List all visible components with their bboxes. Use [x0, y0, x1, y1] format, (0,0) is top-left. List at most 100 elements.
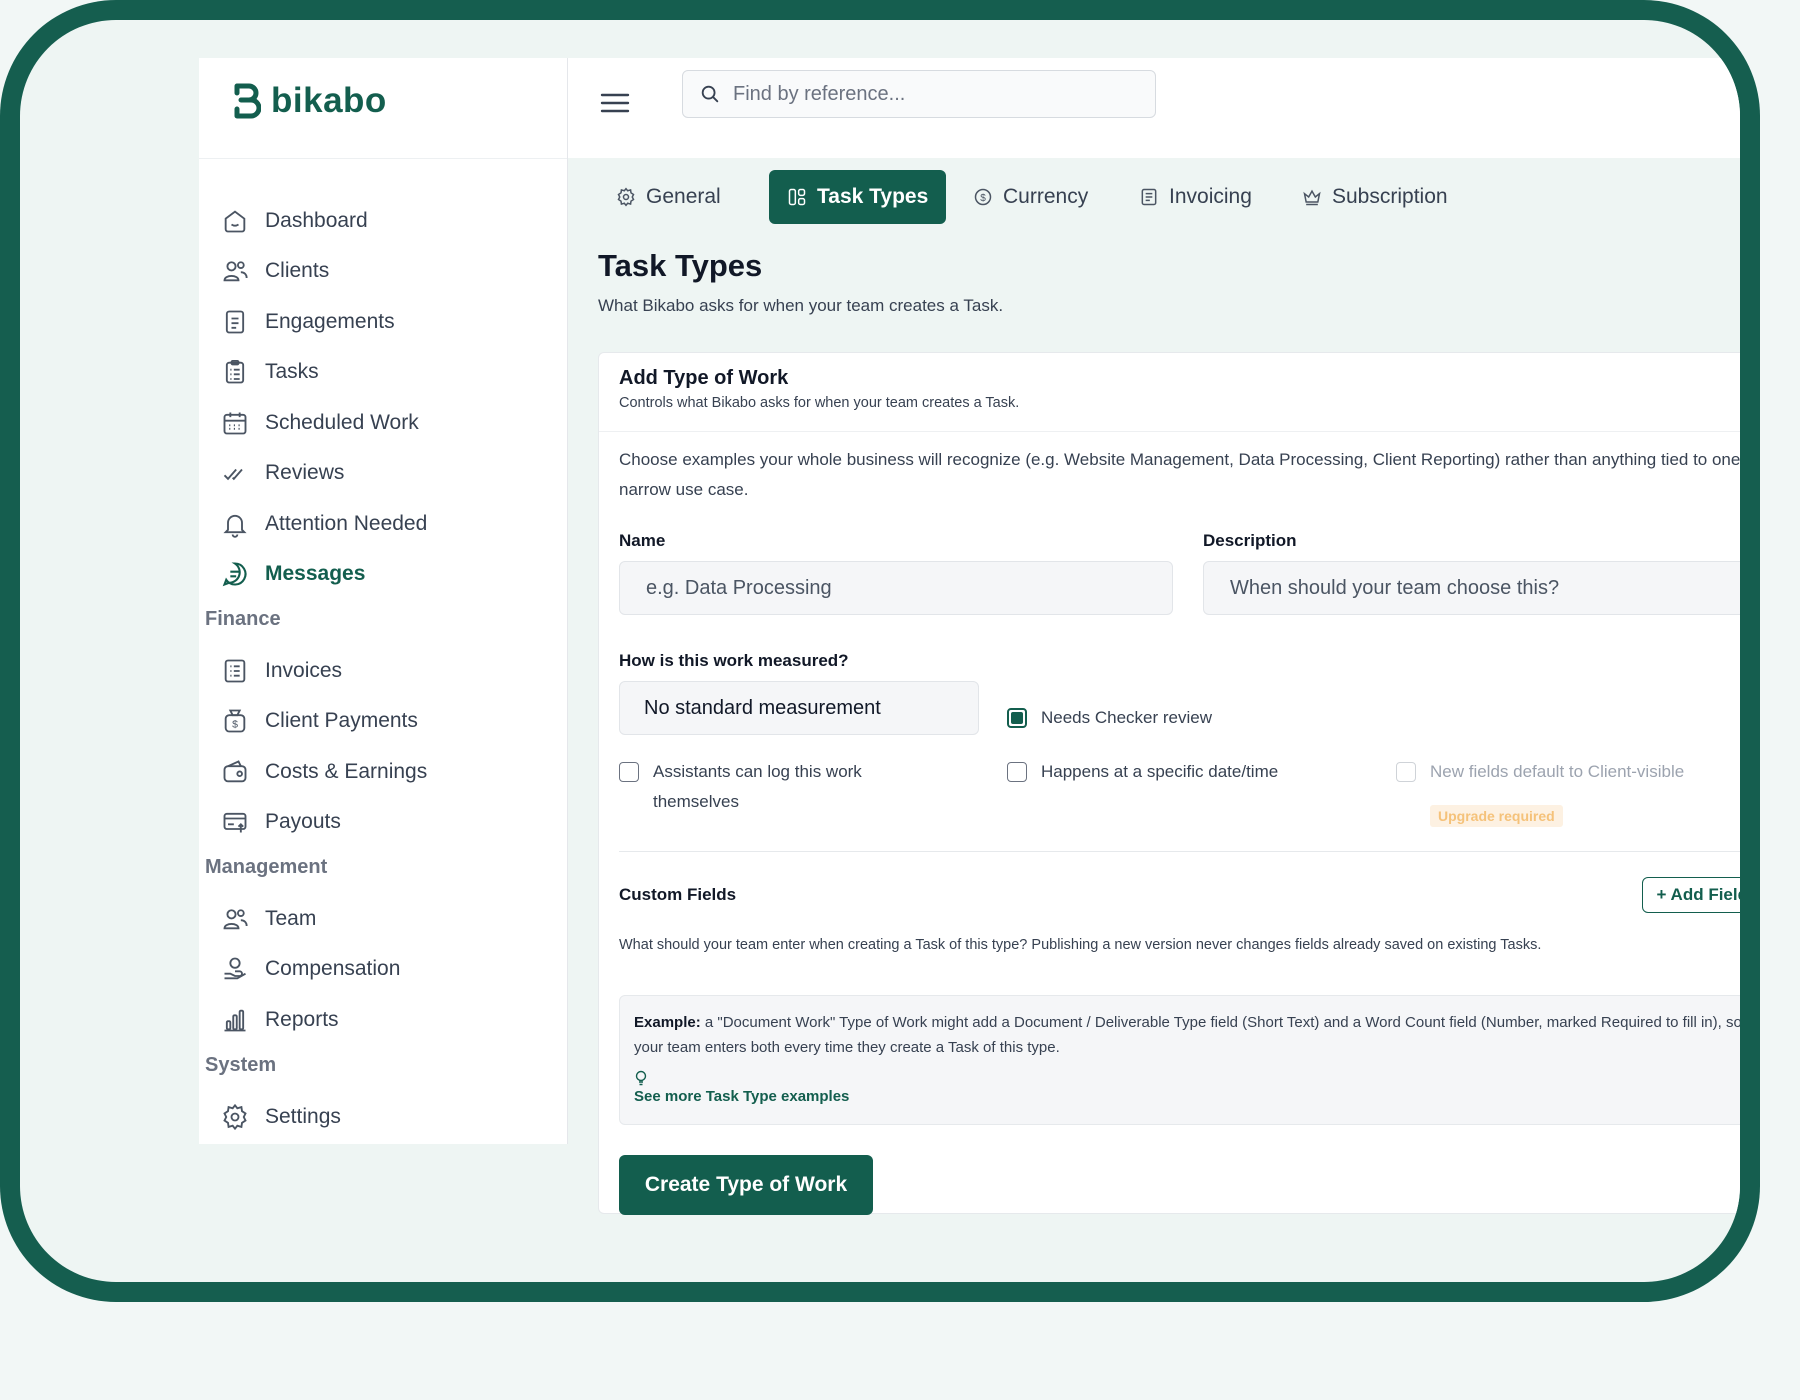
see-more-examples-link[interactable]: See more Task Type examples: [634, 1088, 849, 1105]
measure-select-value: No standard measurement: [644, 696, 881, 719]
top-bar: [568, 58, 1740, 158]
clipboard-list-icon: [225, 359, 245, 384]
measure-label: How is this work measured?: [619, 651, 849, 670]
tab-label: Subscription: [1332, 185, 1448, 208]
needs-checker-checkbox[interactable]: [1007, 708, 1027, 728]
calendar-icon: [223, 412, 247, 435]
wallet-icon: [223, 760, 247, 783]
example-text: Example: a "Document Work" Type of Work …: [634, 1010, 1740, 1060]
section-label-system: System: [205, 1054, 277, 1076]
invoice-icon: [1141, 188, 1157, 206]
money-bag-icon: $: [224, 709, 246, 733]
measure-select[interactable]: No standard measurement: [619, 681, 979, 735]
chat-icon: [222, 562, 247, 587]
sidebar-item-label: Scheduled Work: [265, 411, 419, 434]
sidebar-item-team[interactable]: Team: [219, 896, 551, 942]
document-icon: [225, 310, 245, 334]
tab-label: Invoicing: [1169, 185, 1252, 208]
search-input[interactable]: [731, 81, 1135, 107]
tab-currency[interactable]: $ Currency: [955, 170, 1106, 224]
assistants-log-option[interactable]: Assistants can log this work themselves: [619, 757, 909, 817]
sidebar-item-label: Costs & Earnings: [265, 760, 428, 783]
intro-text: Choose examples your whole business will…: [619, 450, 1740, 499]
page-title: Task Types: [598, 248, 763, 283]
sidebar-item-label: Attention Needed: [265, 512, 428, 535]
crown-icon: [1303, 189, 1321, 206]
tab-label: Task Types: [817, 185, 929, 208]
sidebar-item-messages[interactable]: Messages: [219, 551, 551, 597]
sidebar-item-label: Compensation: [265, 957, 401, 980]
hamburger-menu-icon[interactable]: [598, 86, 632, 120]
description-field-wrapper: [1203, 561, 1740, 615]
sidebar-item-client-payments[interactable]: $ Client Payments: [219, 698, 551, 744]
svg-text:$: $: [232, 718, 238, 730]
example-label: Example:: [634, 1014, 701, 1031]
specific-datetime-option[interactable]: Happens at a specific date/time: [1007, 757, 1278, 787]
client-visible-label: New fields default to Client-visible: [1430, 762, 1685, 781]
bar-chart-icon: [224, 1009, 246, 1032]
gear-icon: [617, 187, 635, 207]
section-label-management: Management: [205, 856, 328, 878]
sidebar-item-scheduled-work[interactable]: Scheduled Work: [219, 400, 551, 446]
page-subtitle: What Bikabo asks for when your team crea…: [598, 296, 1004, 315]
invoice-icon: [224, 659, 246, 683]
sidebar-item-label: Reviews: [265, 461, 345, 484]
sidebar-item-label: Team: [265, 907, 317, 930]
specific-datetime-checkbox[interactable]: [1007, 762, 1027, 782]
sidebar-item-label: Messages: [265, 562, 366, 585]
double-check-icon: [223, 468, 243, 481]
sidebar-item-clients[interactable]: Clients: [219, 248, 551, 294]
users-icon: [223, 909, 248, 930]
name-input[interactable]: [644, 575, 1124, 601]
assistants-log-label: Assistants can log this work themselves: [653, 762, 862, 811]
sidebar-item-payouts[interactable]: Payouts: [219, 799, 551, 845]
sidebar-item-costs-earnings[interactable]: Costs & Earnings: [219, 749, 551, 795]
client-visible-checkbox: [1396, 762, 1416, 782]
lightbulb-icon: [635, 1070, 647, 1086]
sidebar-item-engagements[interactable]: Engagements: [219, 299, 551, 345]
description-input[interactable]: [1228, 575, 1708, 601]
sidebar-divider: [199, 158, 567, 159]
sidebar-item-reviews[interactable]: Reviews: [219, 450, 551, 496]
upgrade-required-badge[interactable]: Upgrade required: [1430, 805, 1563, 827]
gear-icon: [223, 1103, 247, 1131]
custom-fields-label: Custom Fields: [619, 885, 737, 904]
tab-invoicing[interactable]: Invoicing: [1121, 170, 1270, 224]
tab-label: Currency: [1003, 185, 1089, 208]
sidebar-item-label: Settings: [265, 1105, 341, 1128]
example-body: a "Document Work" Type of Work might add…: [634, 1014, 1740, 1056]
sidebar-item-label: Payouts: [265, 810, 341, 833]
tab-general[interactable]: General: [598, 170, 739, 224]
sidebar-item-dashboard[interactable]: Dashboard: [219, 198, 551, 244]
sidebar-item-tasks[interactable]: Tasks: [219, 349, 551, 395]
sidebar-item-label: Invoices: [265, 659, 343, 682]
sidebar-item-invoices[interactable]: Invoices: [219, 648, 551, 694]
search-icon: [701, 85, 719, 103]
tab-subscription[interactable]: Subscription: [1284, 170, 1466, 224]
users-icon: [223, 261, 248, 282]
create-type-of-work-button[interactable]: Create Type of Work: [619, 1155, 873, 1215]
needs-checker-option[interactable]: Needs Checker review: [1007, 703, 1212, 733]
card-subtitle: Controls what Bikabo asks for when your …: [619, 395, 1020, 411]
sidebar-item-label: Dashboard: [265, 209, 368, 232]
app-screen: bikabo Dashboard Clients Engagements Tas…: [20, 20, 1740, 1282]
layout-icon: [788, 188, 806, 206]
add-type-of-work-card: Add Type of Work Controls what Bikabo as…: [598, 352, 1740, 1215]
add-field-button[interactable]: + Add Field: [1641, 877, 1740, 913]
specific-datetime-label: Happens at a specific date/time: [1041, 762, 1279, 781]
sidebar-item-label: Client Payments: [265, 709, 418, 732]
search-bar[interactable]: [682, 70, 1156, 118]
sidebar-item-label: Tasks: [265, 360, 319, 383]
brand-logo[interactable]: bikabo: [207, 66, 407, 136]
sidebar-item-attention-needed[interactable]: Attention Needed: [219, 501, 551, 547]
name-label: Name: [619, 531, 666, 550]
sidebar-item-settings[interactable]: Settings: [219, 1094, 551, 1140]
tab-task-types[interactable]: Task Types: [769, 170, 947, 224]
card-divider: [599, 431, 1740, 432]
sidebar-item-compensation[interactable]: Compensation: [219, 946, 551, 992]
sidebar-item-label: Reports: [265, 1008, 339, 1031]
example-box: Example: a "Document Work" Type of Work …: [619, 995, 1740, 1125]
sidebar-item-reports[interactable]: Reports: [219, 997, 551, 1043]
assistants-log-checkbox[interactable]: [619, 762, 639, 782]
card-upload-icon: [223, 812, 247, 833]
